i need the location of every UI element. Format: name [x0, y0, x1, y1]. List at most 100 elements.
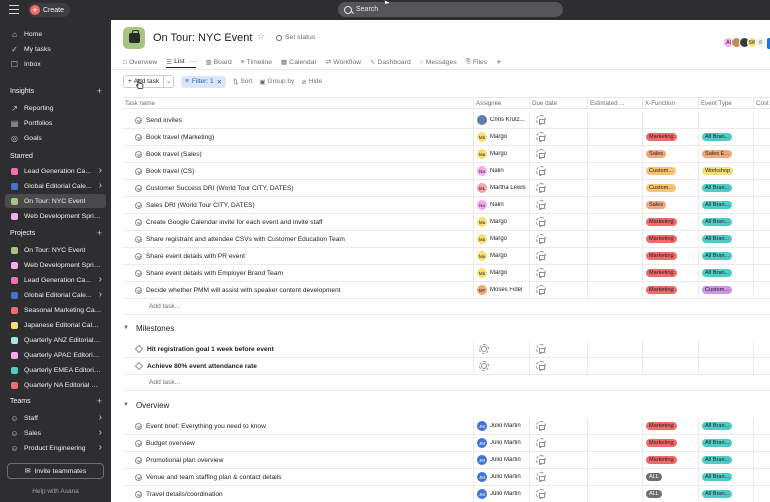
task-name[interactable]: Book travel (Marketing) [146, 134, 214, 141]
event-type-cell[interactable] [698, 112, 753, 128]
set-status-button[interactable]: Set status [276, 34, 315, 41]
complete-task-checkbox[interactable] [135, 201, 142, 209]
task-name[interactable]: Venue and team staffing plan & contact d… [146, 474, 282, 481]
task-name-cell[interactable]: Share event details with PR event [123, 248, 473, 264]
milestone-row[interactable]: Hit registration goal 1 week before even… [123, 341, 770, 358]
column-header-cost[interactable]: Cost [753, 98, 770, 109]
event-type-cell[interactable]: Custom... [698, 282, 753, 298]
tab-board[interactable]: ▥ Board [205, 56, 231, 68]
sidebar-team-sales[interactable]: ☺ Sales › [0, 426, 111, 440]
assignee-cell[interactable]: Ma Margo [473, 129, 529, 145]
event-type-cell[interactable]: All Bran... [698, 214, 753, 230]
sidebar-team-staff[interactable]: ☺ Staff › [0, 411, 111, 425]
chevron-down-icon[interactable]: ▼ [123, 402, 129, 408]
teams-section[interactable]: Teams [10, 398, 31, 405]
cost-cell[interactable] [753, 418, 770, 434]
due-date-cell[interactable] [529, 214, 587, 230]
x-function-cell[interactable]: Marketing [642, 282, 698, 298]
task-name[interactable]: Share event details with PR event [146, 253, 245, 260]
section-overview[interactable]: ▼ Overview [123, 398, 169, 412]
event-type-cell[interactable]: All Bran... [698, 129, 753, 145]
complete-task-checkbox[interactable] [135, 439, 142, 447]
task-name-cell[interactable]: Event brief: Everything you need to know [123, 418, 473, 434]
table-row[interactable]: Decide whether PMM will assist with spea… [123, 282, 770, 299]
complete-task-checkbox[interactable] [135, 116, 142, 124]
task-name-cell[interactable]: Decide whether PMM will assist with spea… [123, 282, 473, 298]
estimated-cell[interactable] [587, 282, 642, 298]
task-name[interactable]: Hit registration goal 1 week before even… [147, 346, 274, 353]
x-function-cell[interactable] [642, 341, 698, 357]
projects-section[interactable]: Projects [10, 230, 35, 237]
event-type-cell[interactable]: All Bran... [698, 435, 753, 451]
add-teams-section-icon[interactable]: + [97, 396, 102, 406]
due-date-cell[interactable] [529, 265, 587, 281]
table-row[interactable]: Share event details with PR event Ma Margo… [123, 248, 770, 265]
cost-cell[interactable] [753, 282, 770, 298]
column-header-estimated[interactable]: Estimated ... [587, 98, 642, 109]
complete-task-checkbox[interactable] [135, 490, 142, 498]
assignee-cell[interactable]: JM Julio Martin [473, 486, 529, 502]
assignee-cell[interactable] [473, 341, 529, 357]
chevron-right-icon[interactable]: › [99, 427, 102, 438]
chevron-down-icon[interactable]: ⌄ [245, 34, 251, 42]
table-row[interactable]: Customer Success DRI (World Tour CITY, D… [123, 180, 770, 197]
calendar-icon[interactable] [536, 200, 546, 210]
due-date-cell[interactable] [529, 248, 587, 264]
complete-task-checkbox[interactable] [135, 133, 142, 141]
milestone-diamond-icon[interactable] [134, 361, 144, 371]
sidebar-item-reporting[interactable]: ↗ Reporting [0, 101, 111, 115]
estimated-cell[interactable] [587, 452, 642, 468]
complete-task-checkbox[interactable] [135, 456, 142, 464]
calendar-icon[interactable] [536, 115, 546, 125]
clear-filter-icon[interactable]: ✕ [217, 78, 222, 86]
task-name-cell[interactable]: Venue and team staffing plan & contact d… [123, 469, 473, 485]
table-row[interactable]: Book travel (Marketing) Ma Margo Marketing A… [123, 129, 770, 146]
tab-calendar[interactable]: ▦ Calendar [281, 56, 317, 68]
chevron-right-icon[interactable]: › [99, 442, 102, 453]
due-date-cell[interactable] [529, 129, 587, 145]
x-function-cell[interactable]: Sales [642, 146, 698, 162]
due-date-cell[interactable] [529, 435, 587, 451]
complete-task-checkbox[interactable] [135, 269, 142, 277]
column-header-x-function[interactable]: X-Function [642, 98, 698, 109]
cost-cell[interactable] [753, 180, 770, 196]
more-icon[interactable]: ··· [190, 58, 197, 65]
calendar-icon[interactable] [536, 251, 546, 261]
table-row[interactable]: Share event details with Employer Brand … [123, 265, 770, 282]
add-projects-section-icon[interactable]: + [97, 228, 102, 238]
sidebar-item-portfolios[interactable]: ▤ Portfolios [0, 116, 111, 130]
sidebar-project[interactable]: Quarterly ANZ Editorial C... [0, 333, 111, 347]
task-name[interactable]: Event brief: Everything you need to know [146, 423, 266, 430]
x-function-cell[interactable]: Marketing [642, 452, 698, 468]
task-name-cell[interactable]: Hit registration goal 1 week before even… [123, 341, 473, 357]
estimated-cell[interactable] [587, 214, 642, 230]
due-date-cell[interactable] [529, 486, 587, 502]
x-function-cell[interactable]: Marketing [642, 265, 698, 281]
invite-teammates-button[interactable]: ✉ Invite teammates [7, 463, 104, 479]
cost-cell[interactable] [753, 163, 770, 179]
task-name-cell[interactable]: Send invites [123, 112, 473, 128]
task-name[interactable]: Budget overview [146, 440, 195, 447]
task-name[interactable]: Book travel (CS) [146, 168, 194, 175]
assignee-cell[interactable]: Ma Margo [473, 248, 529, 264]
cost-cell[interactable] [753, 231, 770, 247]
project-title[interactable]: On Tour: NYC Event [153, 32, 252, 44]
chevron-right-icon[interactable]: › [99, 274, 102, 285]
x-function-cell[interactable]: Marketing [642, 129, 698, 145]
estimated-cell[interactable] [587, 248, 642, 264]
calendar-icon[interactable] [536, 166, 546, 176]
due-date-cell[interactable] [529, 418, 587, 434]
table-row[interactable]: Travel details/coordination JM Julio Marti… [123, 486, 770, 502]
task-name-cell[interactable]: Travel details/coordination [123, 486, 473, 502]
due-date-cell[interactable] [529, 146, 587, 162]
due-date-cell[interactable] [529, 452, 587, 468]
add-task-dropdown-button[interactable]: ⌄ [164, 75, 175, 88]
group-by-button[interactable]: ▣ Group by [259, 78, 294, 86]
x-function-cell[interactable]: Sales [642, 197, 698, 213]
task-name-cell[interactable]: Book travel (Marketing) [123, 129, 473, 145]
x-function-cell[interactable] [642, 358, 698, 374]
cost-cell[interactable] [753, 112, 770, 128]
x-function-cell[interactable] [642, 112, 698, 128]
calendar-icon[interactable] [536, 455, 546, 465]
tab-timeline[interactable]: ≡ Timeline [241, 56, 272, 68]
